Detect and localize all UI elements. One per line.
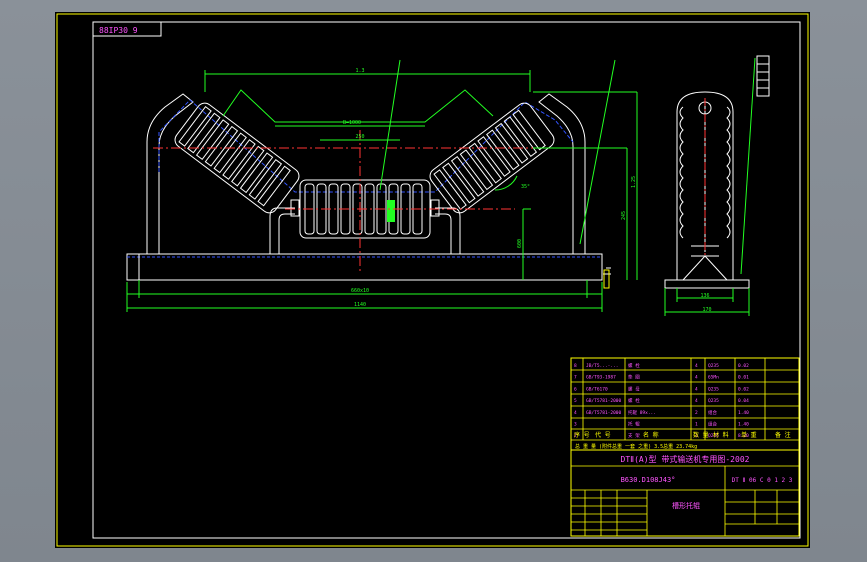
parts-header-cell: 序 号 — [574, 431, 590, 439]
parts-cell-mat: 组合 — [708, 409, 717, 416]
base-plate — [126, 253, 603, 281]
parts-cell-wt: 0.01 — [738, 375, 749, 381]
weight-line: 总 重 量 (附件总重 一套 之重) 3.5总重 23.74kg — [575, 443, 697, 450]
parts-cell-name: 螺 母 — [628, 385, 640, 392]
drawing-code: DT Ⅱ 06 C 0 1 2 3 — [732, 477, 793, 484]
parts-cell-wt: 1.40 — [738, 422, 749, 428]
parts-cell-mat: Q235 — [708, 398, 719, 404]
app-window: 88IP30 9 1.3 B=1000 250 660x10 1140 35° … — [0, 0, 867, 562]
parts-cell-qty: 4 — [695, 398, 698, 404]
part-balloons — [756, 55, 770, 97]
parts-header-cell: 名 称 — [643, 431, 659, 439]
parts-cell-code: GB/T5781-2000 — [586, 398, 622, 404]
right-wing-roller — [429, 102, 555, 214]
parts-table: 8 JB/T5...-... 螺 栓 4 Q235 0.02 7 GB/T93-1987 垫 圈… — [570, 357, 800, 451]
side-view: 136 170 — [664, 55, 770, 316]
parts-cell-no: 4 — [574, 410, 577, 416]
side-dim-texts: 136 170 — [700, 293, 711, 313]
parts-cell-qty: 4 — [695, 386, 698, 392]
parts-cell-mat: Q235 — [708, 363, 719, 369]
cad-canvas[interactable]: 88IP30 9 1.3 B=1000 250 660x10 1140 35° … — [55, 12, 810, 548]
dim-belt: B=1000 — [343, 120, 361, 126]
parts-header-cell: 备 注 — [775, 431, 791, 439]
series-title: DTⅡ(A)型 带式输送机专用图-2002 — [621, 454, 750, 464]
parts-cell-wt: 0.02 — [738, 363, 749, 369]
parts-cell-name: 螺 栓 — [628, 362, 640, 369]
parts-cell-name: 垫 圈 — [628, 374, 640, 381]
parts-header-cell: 材 料 — [713, 431, 729, 439]
dim-right-h1: 1.25 — [631, 176, 637, 188]
parts-cell-mat: 65Mn — [708, 375, 719, 381]
base-end-marker — [603, 269, 610, 289]
parts-header-cell: 单 重 — [741, 431, 757, 439]
parts-header: 序 号代 号 名 称 数 量材 料 单 重 备 注 — [574, 431, 791, 439]
parts-cell-qty: 4 — [695, 363, 698, 369]
dim-right-h2: 245 — [621, 211, 627, 220]
front-view: 1.3 B=1000 250 660x10 1140 35° 1.25 245 … — [126, 59, 638, 312]
dim-side-w: 136 — [700, 293, 709, 299]
parts-cell-wt: 0.02 — [738, 386, 749, 392]
left-bracket — [146, 93, 194, 254]
part-name: 槽形托辊 — [672, 501, 700, 510]
parts-cell-no: 7 — [574, 375, 577, 381]
title-block: DTⅡ(A)型 带式输送机专用图-2002 B630.D108J43° DT Ⅱ… — [570, 449, 800, 537]
parts-cell-no: 3 — [574, 422, 577, 428]
parts-cell-qty: 1 — [695, 422, 698, 428]
parts-cell-no: 6 — [574, 386, 577, 392]
center-lines — [153, 130, 585, 274]
dim-top: 1.3 — [355, 68, 364, 74]
cad-drawing-sheet[interactable]: 88IP30 9 1.3 B=1000 250 660x10 1140 35° … — [55, 12, 810, 548]
parts-cell-code: GB/T93-1987 — [586, 375, 616, 381]
side-dimensions — [664, 57, 756, 316]
parts-cell-code: GB/T5781-2000 — [586, 410, 622, 416]
dimension-texts: 1.3 B=1000 250 660x10 1140 35° 1.25 245 … — [343, 68, 637, 308]
dim-angle: 35° — [521, 184, 530, 190]
parts-cell-code: JB/T5...-... — [586, 363, 619, 369]
parts-cell-wt: 0.04 — [738, 398, 749, 404]
dim-overall: 600 — [517, 239, 523, 248]
parts-rows: 8 JB/T5...-... 螺 栓 4 Q235 0.02 7 GB/T93-1987 垫 圈… — [574, 362, 749, 439]
parts-cell-no: 8 — [574, 363, 577, 369]
left-wing-roller — [174, 102, 300, 214]
parts-cell-no: 5 — [574, 398, 577, 404]
parts-header-cell: 代 号 — [595, 431, 611, 439]
parts-cell-name: 托 辊 — [628, 421, 640, 428]
parts-cell-code: GB/T6170 — [586, 386, 608, 392]
parts-cell-wt: 1.40 — [738, 410, 749, 416]
parts-cell-qty: 4 — [695, 375, 698, 381]
drawing-badge: 88IP30 9 — [99, 26, 138, 35]
side-base-plate — [664, 279, 750, 289]
parts-cell-qty: 2 — [695, 410, 698, 416]
parts-cell-name: 支 架 — [628, 432, 640, 439]
dim-side-base: 170 — [702, 307, 711, 313]
dim-base-span: 660x10 — [351, 288, 369, 294]
dim-base: 1140 — [354, 302, 366, 308]
parts-header-cell: 数 量 — [693, 431, 709, 439]
dimension-lines — [126, 59, 638, 312]
node-markers — [138, 254, 611, 282]
drawing-number: B630.D108J43° — [621, 476, 676, 484]
dim-center: 250 — [355, 134, 364, 140]
parts-cell-mat: 组合 — [708, 421, 717, 428]
parts-cell-name: 螺 栓 — [628, 397, 640, 404]
parts-cell-name: 托辊 89x... — [628, 409, 656, 416]
right-bracket — [538, 93, 586, 254]
parts-cell-mat: Q235 — [708, 386, 719, 392]
